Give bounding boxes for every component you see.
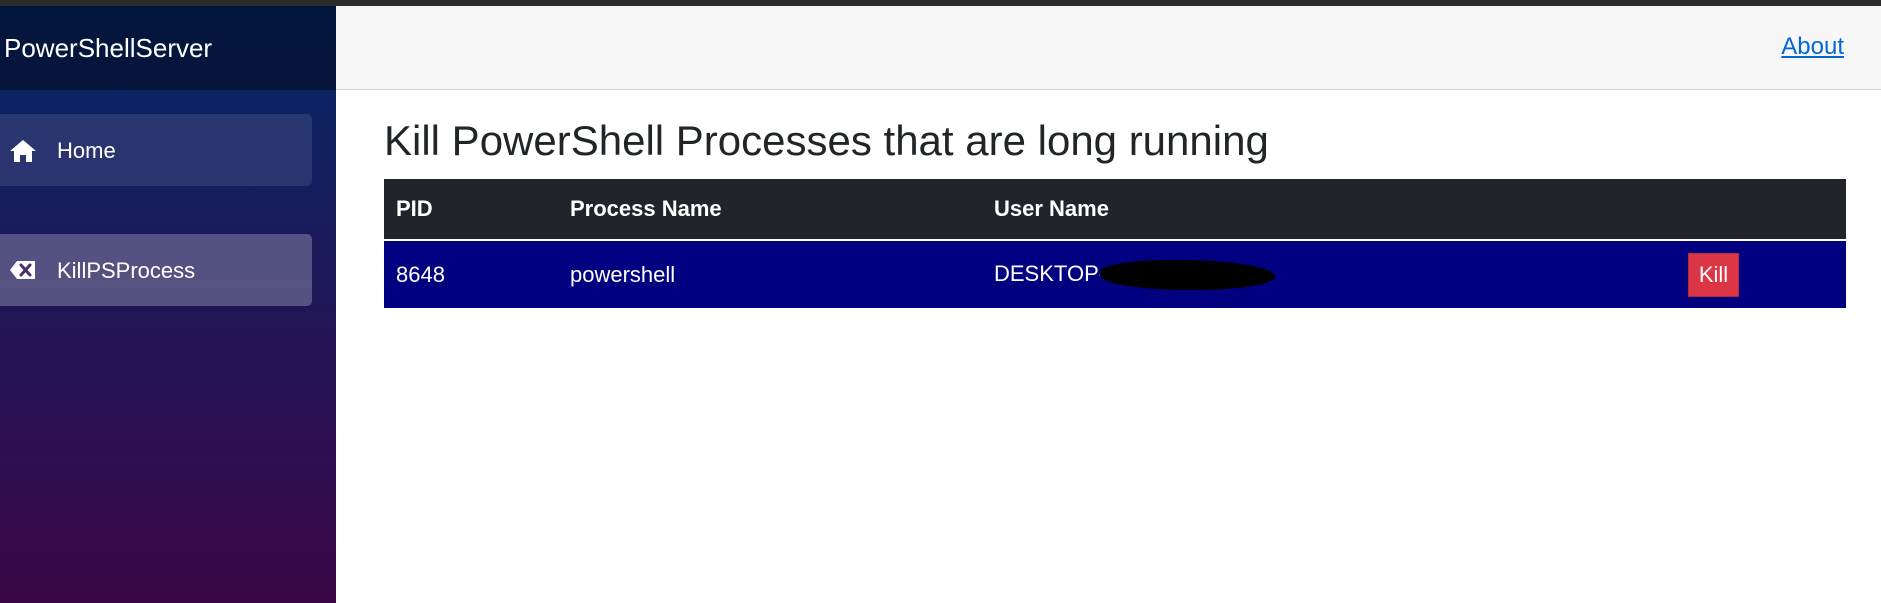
- process-table: PID Process Name User Name 8648 powershe…: [384, 179, 1846, 308]
- page-title: Kill PowerShell Processes that are long …: [384, 117, 1269, 164]
- brand-title[interactable]: PowerShellServer: [4, 30, 212, 66]
- top-row: About: [336, 6, 1881, 90]
- user-name-cell: DESKTOP-: [982, 240, 1676, 308]
- home-icon: [8, 138, 38, 164]
- pid-cell: 8648: [396, 261, 445, 287]
- about-link[interactable]: About: [1781, 32, 1844, 62]
- column-header-process-name: Process Name: [558, 179, 982, 241]
- sidebar-item-label: Home: [57, 138, 116, 163]
- action-cell: Kill: [1676, 240, 1846, 308]
- brand-bar: PowerShellServer: [0, 6, 336, 90]
- user-name-text: DESKTOP-: [994, 260, 1107, 286]
- table-row[interactable]: 8648 powershell DESKTOP- Kill: [384, 240, 1846, 308]
- sidebar-item-home[interactable]: Home: [0, 114, 312, 186]
- column-header-pid: PID: [384, 179, 558, 241]
- column-header-user-name: User Name: [982, 179, 1676, 241]
- column-header-actions: [1676, 179, 1846, 241]
- backspace-x-icon: [8, 258, 38, 284]
- process-name-cell: powershell: [570, 261, 676, 287]
- table-header-row: PID Process Name User Name: [384, 179, 1846, 241]
- sidebar-item-killpsprocess[interactable]: KillPSProcess: [0, 234, 312, 306]
- kill-button[interactable]: Kill: [1688, 252, 1739, 297]
- sidebar-item-label: KillPSProcess: [57, 258, 196, 283]
- sidebar: PowerShellServer Home KillPSProcess: [0, 6, 336, 603]
- redaction-mark: [1100, 259, 1276, 290]
